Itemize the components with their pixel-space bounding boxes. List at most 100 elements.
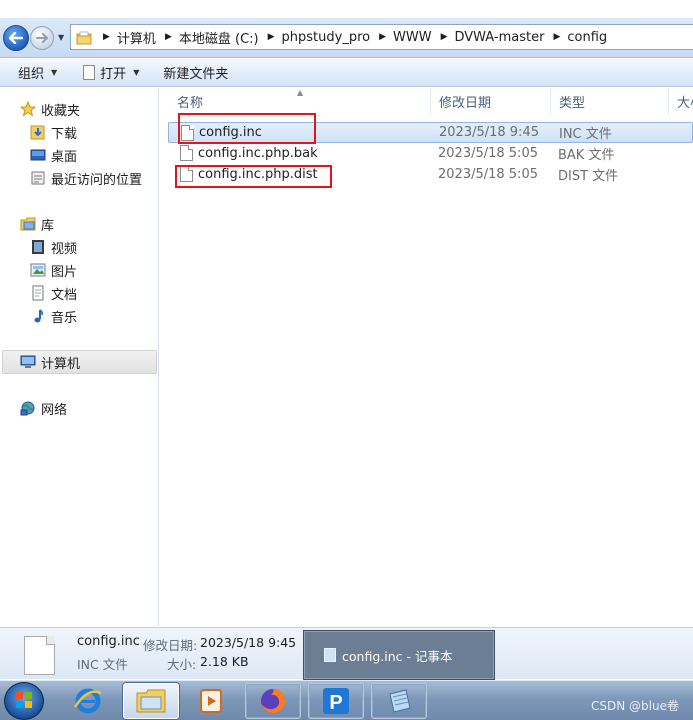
notepad-icon [389,689,411,713]
file-type: BAK 文件 [558,148,615,163]
chevron-down-icon: ▼ [133,68,140,77]
taskbar-media-player[interactable] [183,683,239,719]
recent-pages-dropdown[interactable]: ▼ [58,32,68,44]
svg-text:P: P [329,692,342,714]
nav-item-downloads[interactable]: 下载 [30,122,77,142]
folder-icon [76,31,92,44]
open-button[interactable]: 打开 ▼ [77,62,145,84]
breadcrumb-item[interactable]: config [567,30,607,45]
file-icon [180,145,193,161]
column-header-name[interactable]: 名称 [169,88,431,115]
annotation-highlight-box [175,165,332,188]
firefox-icon [261,688,286,713]
file-date: 2023/5/18 9:45 [439,125,539,140]
arrow-right-icon [36,33,48,43]
notepad-icon [324,648,336,662]
library-icon [20,216,36,232]
open-label: 打开 [100,67,127,82]
breadcrumb-item[interactable]: phpstudy_pro [282,30,371,45]
nav-item-documents[interactable]: 文档 [30,283,77,303]
music-note-icon [30,308,46,324]
nav-item-label: 文档 [51,287,78,303]
file-name: config.inc.php.bak [198,146,318,161]
column-header-type[interactable]: 类型 [551,88,669,115]
documents-icon [30,285,46,301]
internet-explorer-icon [73,688,102,714]
taskbar-notepad[interactable] [371,683,427,719]
nav-network-label: 网络 [41,402,68,418]
chevron-right-icon[interactable]: ▶ [544,32,567,42]
download-folder-icon [30,124,46,140]
nav-item-label: 桌面 [51,149,78,165]
media-player-icon [200,689,222,713]
nav-favorites-label: 收藏夹 [41,103,81,119]
column-header-size-label: 大小 [677,96,693,111]
details-modified-value: 2023/5/18 9:45 [200,635,297,650]
details-type: INC 文件 [77,657,128,672]
nav-network[interactable]: 网络 [20,398,67,418]
document-icon [83,65,96,80]
nav-item-label: 最近访问的位置 [51,172,143,188]
address-bar[interactable]: ▶ 计算机 ▶ 本地磁盘 (C:) ▶ phpstudy_pro ▶ WWW ▶ DVWA-mas… [70,24,693,50]
forward-button[interactable] [30,26,54,50]
nav-libraries-label: 库 [41,218,55,234]
nav-libraries[interactable]: 库 [20,214,54,234]
picture-icon [30,262,46,278]
nav-favorites[interactable]: 收藏夹 [20,99,80,119]
file-type: INC 文件 [559,127,612,142]
nav-item-label: 视频 [51,241,78,257]
breadcrumb-item[interactable]: 计算机 [117,28,156,47]
nav-computer[interactable]: 计算机 [20,352,80,372]
start-button[interactable] [4,682,44,720]
network-globe-icon [20,400,36,416]
chevron-right-icon[interactable]: ▶ [156,32,179,42]
details-filename: config.inc [77,634,140,649]
breadcrumb-item[interactable]: 本地磁盘 (C:) [179,28,259,47]
details-size-label: 大小: [167,657,197,672]
nav-item-pictures[interactable]: 图片 [30,260,77,280]
folder-icon [136,689,166,713]
new-folder-button[interactable]: 新建文件夹 [157,62,234,84]
chevron-right-icon[interactable]: ▶ [259,32,282,42]
nav-item-recent-places[interactable]: 最近访问的位置 [30,168,142,188]
notepad-window-preview[interactable]: config.inc - 记事本 [303,630,495,680]
column-header-size[interactable]: 大小 [669,88,693,115]
new-folder-label: 新建文件夹 [163,67,229,82]
nav-item-desktop[interactable]: 桌面 [30,145,77,165]
taskbar-firefox[interactable] [245,683,301,719]
chevron-down-icon: ▼ [51,68,58,77]
chevron-right-icon[interactable]: ▶ [94,32,117,42]
nav-item-label: 下载 [51,126,78,142]
windows-logo-icon [16,692,32,708]
details-size-value: 2.18 KB [200,654,249,669]
file-large-icon [24,636,55,675]
column-header-date-label: 修改日期 [439,96,492,111]
address-row: ▼ ▶ 计算机 ▶ 本地磁盘 (C:) ▶ phpstudy_pro ▶ WWW ▶ DVWA-m… [0,18,693,58]
breadcrumb-item[interactable]: DVWA-master [454,30,544,45]
annotation-highlight-box [178,113,316,144]
taskbar-internet-explorer[interactable] [60,683,116,719]
details-modified-label: 修改日期: [143,638,198,653]
star-icon [20,101,36,117]
recent-places-icon [30,170,46,186]
organize-button[interactable]: 组织 ▼ [12,62,63,84]
taskbar-phpstudy[interactable]: P [308,683,364,719]
chevron-right-icon[interactable]: ▶ [370,32,393,42]
nav-item-music[interactable]: 音乐 [30,306,77,326]
chevron-right-icon[interactable]: ▶ [432,32,455,42]
nav-item-videos[interactable]: 视频 [30,237,77,257]
breadcrumb: ▶ 计算机 ▶ 本地磁盘 (C:) ▶ phpstudy_pro ▶ WWW ▶ DVWA-mas… [94,25,607,49]
nav-computer-label: 计算机 [41,356,81,372]
file-row[interactable]: config.inc.php.bak 2023/5/18 5:05 BAK 文件 [168,143,693,164]
video-icon [30,239,46,255]
column-header-date[interactable]: 修改日期 [431,88,551,115]
nav-item-label: 图片 [51,264,78,280]
nav-item-label: 音乐 [51,310,78,326]
taskbar-windows-explorer[interactable] [123,683,179,719]
computer-icon [20,354,36,370]
notepad-preview-title: config.inc - 记事本 [342,648,453,664]
breadcrumb-item[interactable]: WWW [393,30,432,45]
file-date: 2023/5/18 5:05 [438,167,538,182]
back-button[interactable] [3,25,29,51]
watermark-text: CSDN @blue卷 [591,699,679,713]
